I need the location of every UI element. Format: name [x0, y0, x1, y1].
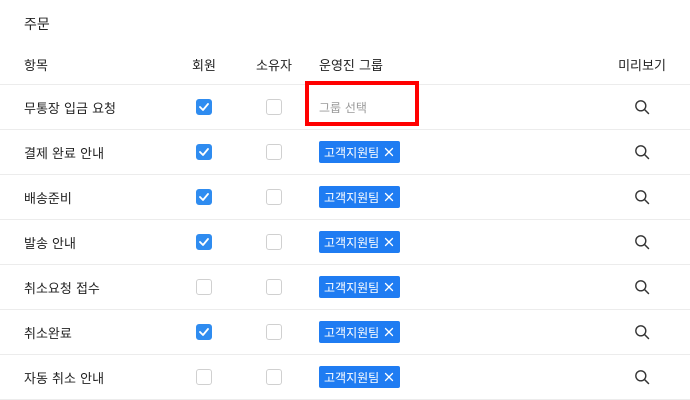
item-label: 취소요청 접수: [24, 281, 100, 297]
item-label: 결제 완료 안내: [24, 146, 105, 162]
owner-checkbox[interactable]: [266, 189, 282, 205]
owner-checkbox[interactable]: [266, 144, 282, 160]
search-icon[interactable]: [634, 324, 650, 340]
group-select[interactable]: 고객지원팀: [319, 310, 401, 354]
section-title: 주문: [24, 17, 50, 33]
close-icon[interactable]: [384, 327, 394, 337]
table-row: 취소요청 접수 고객지원팀: [0, 265, 690, 310]
table-header: 항목 회원 소유자 운영진 그룹 미리보기: [0, 44, 690, 85]
item-label: 배송준비: [24, 191, 72, 207]
preview-cell: [614, 355, 670, 399]
member-cell: [186, 130, 222, 174]
member-cell: [186, 175, 222, 219]
group-tag-label: 고객지원팀: [324, 325, 380, 340]
table-row: 발송 안내 고객지원팀: [0, 220, 690, 265]
member-checkbox[interactable]: [196, 99, 212, 115]
group-tag: 고객지원팀: [319, 231, 401, 253]
table-row: 자동 취소 안내 고객지원팀: [0, 355, 690, 400]
group-tag: 고객지원팀: [319, 321, 401, 343]
group-select[interactable]: 고객지원팀: [319, 130, 401, 174]
member-cell: [186, 220, 222, 264]
group-select[interactable]: 고객지원팀: [319, 175, 401, 219]
search-icon[interactable]: [634, 189, 650, 205]
column-header-item: 항목: [24, 58, 48, 74]
group-select[interactable]: 고객지원팀: [319, 220, 401, 264]
owner-checkbox[interactable]: [266, 279, 282, 295]
group-tag: 고객지원팀: [319, 366, 401, 388]
close-icon[interactable]: [384, 282, 394, 292]
owner-cell: [256, 130, 292, 174]
group-select[interactable]: 고객지원팀: [319, 355, 401, 399]
owner-cell: [256, 220, 292, 264]
table-row: 결제 완료 안내 고객지원팀: [0, 130, 690, 175]
member-cell: [186, 85, 222, 129]
member-cell: [186, 265, 222, 309]
member-checkbox[interactable]: [196, 144, 212, 160]
column-header-preview: 미리보기: [618, 58, 666, 74]
member-checkbox[interactable]: [196, 189, 212, 205]
search-icon[interactable]: [634, 234, 650, 250]
preview-cell: [614, 310, 670, 354]
close-icon[interactable]: [384, 237, 394, 247]
table-row: 배송준비 고객지원팀: [0, 175, 690, 220]
member-checkbox[interactable]: [196, 234, 212, 250]
item-label: 취소완료: [24, 326, 72, 342]
group-tag-label: 고객지원팀: [324, 190, 380, 205]
column-header-member: 회원: [192, 58, 216, 74]
search-icon[interactable]: [634, 99, 650, 115]
member-cell: [186, 355, 222, 399]
group-tag: 고객지원팀: [319, 186, 401, 208]
close-icon[interactable]: [384, 192, 394, 202]
member-checkbox[interactable]: [196, 369, 212, 385]
owner-cell: [256, 265, 292, 309]
preview-cell: [614, 220, 670, 264]
owner-cell: [256, 310, 292, 354]
owner-checkbox[interactable]: [266, 324, 282, 340]
owner-cell: [256, 85, 292, 129]
member-cell: [186, 310, 222, 354]
close-icon[interactable]: [384, 372, 394, 382]
owner-checkbox[interactable]: [266, 99, 282, 115]
owner-checkbox[interactable]: [266, 234, 282, 250]
owner-cell: [256, 175, 292, 219]
group-select[interactable]: 고객지원팀: [319, 265, 401, 309]
owner-checkbox[interactable]: [266, 369, 282, 385]
preview-cell: [614, 175, 670, 219]
group-tag-label: 고객지원팀: [324, 370, 380, 385]
highlight-box: [305, 81, 419, 126]
group-tag-label: 고객지원팀: [324, 280, 380, 295]
column-header-owner: 소유자: [256, 58, 292, 74]
preview-cell: [614, 85, 670, 129]
close-icon[interactable]: [384, 147, 394, 157]
preview-cell: [614, 265, 670, 309]
preview-cell: [614, 130, 670, 174]
member-checkbox[interactable]: [196, 324, 212, 340]
group-tag: 고객지원팀: [319, 276, 401, 298]
group-tag-label: 고객지원팀: [324, 235, 380, 250]
group-tag: 고객지원팀: [319, 141, 401, 163]
item-label: 자동 취소 안내: [24, 371, 105, 387]
search-icon[interactable]: [634, 279, 650, 295]
member-checkbox[interactable]: [196, 279, 212, 295]
column-header-group: 운영진 그룹: [319, 58, 383, 74]
group-tag-label: 고객지원팀: [324, 145, 380, 160]
owner-cell: [256, 355, 292, 399]
item-label: 발송 안내: [24, 236, 76, 252]
table-row: 취소완료 고객지원팀: [0, 310, 690, 355]
item-label: 무통장 입금 요청: [24, 101, 116, 117]
search-icon[interactable]: [634, 144, 650, 160]
search-icon[interactable]: [634, 369, 650, 385]
